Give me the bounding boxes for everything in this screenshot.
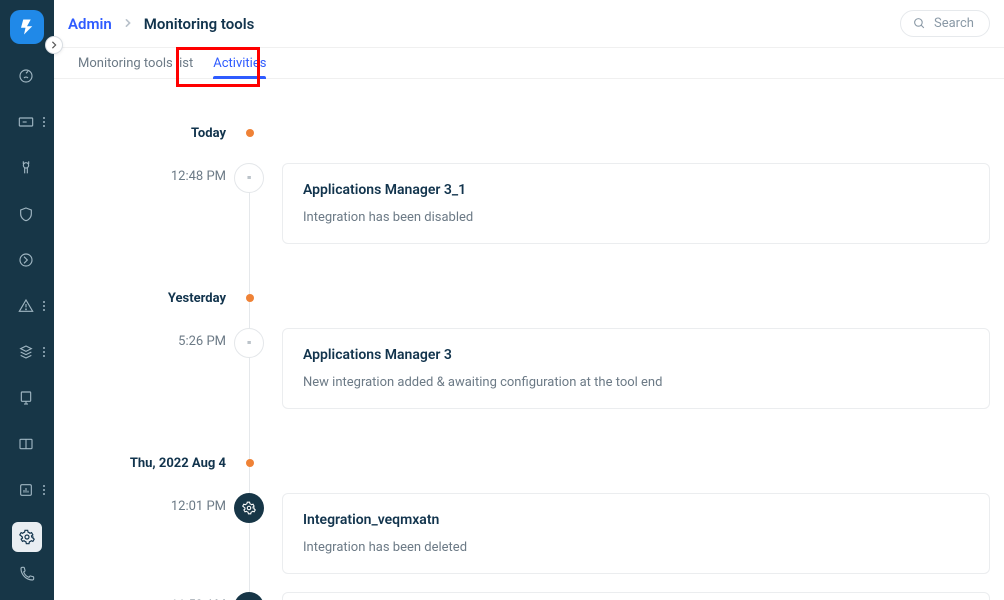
breadcrumb: Admin Monitoring tools bbox=[68, 15, 254, 33]
activities-content: Today 12:48 PM ≡ Applications Manager 3_… bbox=[54, 79, 1004, 600]
activity-entry: 11:59 AM Integration_veqmxatn Error Unau… bbox=[54, 592, 1004, 600]
day-dot-icon bbox=[246, 294, 254, 302]
tabs: Monitoring tools list Activities bbox=[54, 48, 1004, 79]
activity-description: Integration has been disabled bbox=[303, 210, 969, 225]
header: Admin Monitoring tools Search bbox=[54, 0, 1004, 48]
gear-node-icon bbox=[234, 592, 264, 600]
sidebar-item-security[interactable] bbox=[11, 200, 43, 228]
gear-node-icon bbox=[234, 493, 264, 523]
activity-title: Integration_veqmxatn bbox=[303, 512, 969, 528]
search-placeholder: Search bbox=[934, 16, 974, 31]
day-header: Thu, 2022 Aug 4 bbox=[54, 451, 1004, 475]
activity-title: Applications Manager 3 bbox=[303, 347, 969, 363]
activity-entry: 12:01 PM Integration_veqmxatn Integratio… bbox=[54, 493, 1004, 574]
day-header: Today bbox=[54, 121, 1004, 145]
sidebar-item-dashboard[interactable] bbox=[11, 62, 43, 90]
activity-card: Applications Manager 3 New integration a… bbox=[282, 328, 990, 409]
day-label: Yesterday bbox=[54, 291, 226, 306]
day-label: Thu, 2022 Aug 4 bbox=[54, 456, 226, 471]
sidebar-item-phone[interactable] bbox=[12, 560, 42, 588]
search-input[interactable]: Search bbox=[900, 10, 990, 37]
activity-description: Integration has been deleted bbox=[303, 540, 969, 555]
sidebar bbox=[0, 0, 54, 600]
day-dot-icon bbox=[246, 459, 254, 467]
activity-title: Applications Manager 3_1 bbox=[303, 182, 969, 198]
integration-node-icon: ≡ bbox=[234, 163, 264, 193]
tab-monitoring-tools-list[interactable]: Monitoring tools list bbox=[68, 48, 203, 79]
sidebar-item-changes[interactable] bbox=[11, 246, 43, 274]
sidebar-item-solutions[interactable] bbox=[11, 430, 43, 458]
activity-time: 11:59 AM bbox=[54, 592, 226, 600]
activity-card: Applications Manager 3_1 Integration has… bbox=[282, 163, 990, 244]
sidebar-item-reports[interactable] bbox=[11, 476, 43, 504]
day-header: Yesterday bbox=[54, 286, 1004, 310]
sidebar-item-cmdb[interactable] bbox=[11, 384, 43, 412]
timeline-line bbox=[249, 179, 250, 600]
sidebar-item-admin[interactable] bbox=[12, 522, 42, 552]
activity-card: Integration_veqmxatn Integration has bee… bbox=[282, 493, 990, 574]
sidebar-item-problems[interactable] bbox=[11, 154, 43, 182]
sidebar-item-tickets[interactable] bbox=[11, 108, 43, 136]
day-dot-icon bbox=[246, 129, 254, 137]
sidebar-toggle[interactable] bbox=[45, 36, 63, 54]
activity-description: New integration added & awaiting configu… bbox=[303, 375, 969, 390]
activity-time: 5:26 PM bbox=[54, 328, 226, 349]
breadcrumb-admin-link[interactable]: Admin bbox=[68, 15, 112, 33]
activity-time: 12:48 PM bbox=[54, 163, 226, 184]
day-label: Today bbox=[54, 126, 226, 141]
activity-time: 12:01 PM bbox=[54, 493, 226, 514]
tab-activities[interactable]: Activities bbox=[203, 48, 276, 79]
activity-entry: 5:26 PM ≡ Applications Manager 3 New int… bbox=[54, 328, 1004, 409]
integration-node-icon: ≡ bbox=[234, 328, 264, 358]
sidebar-item-alerts[interactable] bbox=[11, 292, 43, 320]
app-logo[interactable] bbox=[10, 10, 44, 44]
sidebar-item-assets[interactable] bbox=[11, 338, 43, 366]
breadcrumb-current: Monitoring tools bbox=[144, 15, 255, 33]
activity-card: Integration_veqmxatn Error Unauthorised … bbox=[282, 592, 990, 600]
chevron-right-icon bbox=[124, 16, 132, 32]
activity-entry: 12:48 PM ≡ Applications Manager 3_1 Inte… bbox=[54, 163, 1004, 244]
